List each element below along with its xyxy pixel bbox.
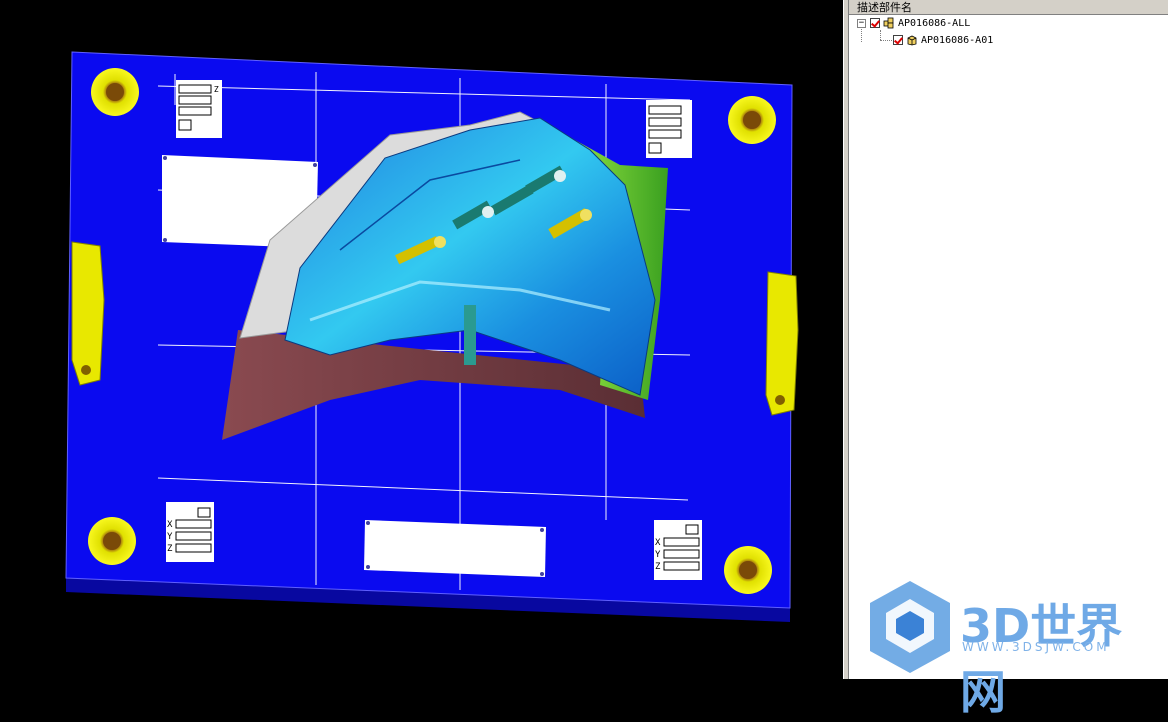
assembly-icon (883, 17, 894, 29)
tree-item-assembly[interactable]: − AP016086-ALL (857, 16, 970, 32)
tree-item-part[interactable]: AP016086-A01 (893, 33, 993, 49)
tree-column-header[interactable]: 描述部件名 (849, 0, 1168, 15)
3d-viewport[interactable]: Z X Y Z X Y Z (0, 0, 843, 679)
xyz-tag-top-left: Z (176, 80, 222, 138)
collapse-toggle-icon[interactable]: − (857, 18, 866, 28)
part-icon (907, 35, 917, 46)
svg-text:Z: Z (214, 84, 219, 93)
tag-x-label: X (167, 520, 173, 530)
tag-y-label-2: Y (655, 550, 661, 560)
watermark-url: WWW.3DSJW.COM (962, 640, 1110, 654)
watermark-brand: 3D世界网 (960, 599, 1123, 719)
tree-item-label: AP016086-ALL (898, 18, 971, 29)
tree-item-label: AP016086-A01 (921, 35, 994, 46)
xyz-tag-top-right (646, 100, 692, 158)
tag-z-label-2: Z (655, 562, 661, 572)
tag-x-label-2: X (655, 538, 661, 548)
tag-z-label: Z (167, 544, 173, 554)
mold-model-render: Z X Y Z X Y Z (65, 51, 799, 622)
xyz-tag-bottom-right: X Y Z (654, 520, 702, 580)
tag-y-label: Y (167, 532, 173, 542)
visibility-checkbox[interactable] (870, 18, 880, 28)
label-plate-bottom (364, 520, 546, 577)
visibility-checkbox[interactable] (893, 35, 903, 45)
xyz-tag-bottom-left: X Y Z (166, 502, 214, 562)
